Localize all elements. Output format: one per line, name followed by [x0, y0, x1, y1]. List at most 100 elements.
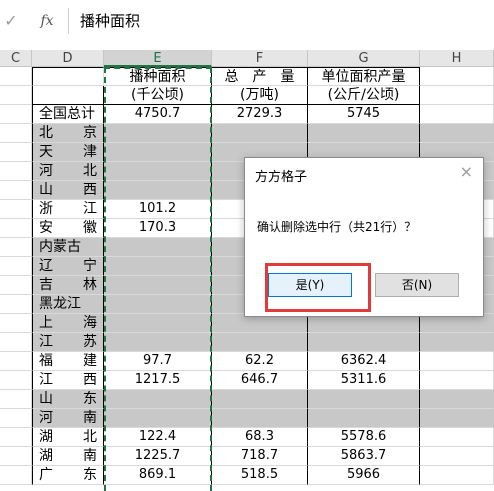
province-cell[interactable]: 北京 [32, 124, 104, 143]
yield-cell[interactable]: 5966 [308, 466, 420, 485]
province-cell[interactable]: 河南 [32, 409, 104, 428]
cell[interactable] [0, 371, 32, 390]
sown-area-cell[interactable] [104, 162, 212, 181]
cell[interactable] [420, 447, 494, 466]
output-cell[interactable]: 2729.3 [212, 105, 308, 124]
output-cell[interactable]: 718.7 [212, 447, 308, 466]
check-icon[interactable]: ✓ [2, 11, 20, 31]
province-cell[interactable]: 全国总计 [32, 105, 104, 124]
cell[interactable] [0, 390, 32, 409]
header-sown-area[interactable]: 播种面积 [104, 67, 212, 86]
cell[interactable] [0, 124, 32, 143]
header-output[interactable]: 总 产 量 [212, 67, 308, 86]
cell[interactable] [0, 86, 32, 105]
province-cell[interactable]: 天津 [32, 143, 104, 162]
sown-area-cell[interactable] [104, 181, 212, 200]
cell[interactable] [0, 428, 32, 447]
output-cell[interactable] [212, 124, 308, 143]
province-cell[interactable]: 湖北 [32, 428, 104, 447]
formula-input[interactable]: 播种面积 [80, 10, 140, 32]
cell[interactable] [420, 352, 494, 371]
cell[interactable] [0, 143, 32, 162]
province-cell[interactable]: 山东 [32, 390, 104, 409]
cell[interactable] [420, 409, 494, 428]
sown-area-cell[interactable]: 4750.7 [104, 105, 212, 124]
province-cell[interactable]: 黑龙江 [32, 295, 104, 314]
province-cell[interactable]: 浙江 [32, 200, 104, 219]
yield-cell[interactable] [308, 124, 420, 143]
province-cell[interactable]: 安徽 [32, 219, 104, 238]
province-cell[interactable]: 辽宁 [32, 257, 104, 276]
header-output-unit[interactable]: (万吨) [212, 86, 308, 105]
sown-area-cell[interactable] [104, 333, 212, 352]
column-header-c[interactable]: C [0, 50, 32, 67]
header-yield[interactable]: 单位面积产量 [308, 67, 420, 86]
cell[interactable] [0, 333, 32, 352]
column-header-f[interactable]: F [212, 50, 308, 67]
cell[interactable] [0, 105, 32, 124]
province-cell[interactable]: 上海 [32, 314, 104, 333]
sown-area-cell[interactable] [104, 143, 212, 162]
cell[interactable] [0, 276, 32, 295]
sown-area-cell[interactable] [104, 238, 212, 257]
output-cell[interactable] [212, 333, 308, 352]
cell[interactable] [0, 200, 32, 219]
sown-area-cell[interactable] [104, 409, 212, 428]
output-cell[interactable] [212, 390, 308, 409]
cell[interactable] [420, 333, 494, 352]
province-cell[interactable]: 江苏 [32, 333, 104, 352]
cell[interactable] [0, 67, 32, 86]
sown-area-cell[interactable] [104, 276, 212, 295]
yield-cell[interactable] [308, 333, 420, 352]
cell[interactable] [420, 86, 494, 105]
cell[interactable] [420, 466, 494, 485]
cell[interactable] [420, 428, 494, 447]
output-cell[interactable]: 62.2 [212, 352, 308, 371]
sown-area-cell[interactable]: 869.1 [104, 466, 212, 485]
sown-area-cell[interactable]: 170.3 [104, 219, 212, 238]
sown-area-cell[interactable] [104, 257, 212, 276]
output-cell[interactable] [212, 409, 308, 428]
sown-area-cell[interactable]: 1217.5 [104, 371, 212, 390]
column-header-g[interactable]: G [308, 50, 420, 67]
sown-area-cell[interactable]: 101.2 [104, 200, 212, 219]
cell[interactable] [420, 371, 494, 390]
column-header-e[interactable]: E [104, 50, 212, 67]
yield-cell[interactable] [308, 390, 420, 409]
yes-button[interactable]: 是(Y) [268, 273, 352, 297]
yield-cell[interactable]: 6362.4 [308, 352, 420, 371]
cell[interactable] [0, 257, 32, 276]
cell[interactable] [0, 162, 32, 181]
cell[interactable] [0, 352, 32, 371]
cell[interactable] [0, 409, 32, 428]
sown-area-cell[interactable]: 122.4 [104, 428, 212, 447]
province-cell[interactable]: 河北 [32, 162, 104, 181]
yield-cell[interactable]: 5745 [308, 105, 420, 124]
province-cell[interactable]: 湖南 [32, 447, 104, 466]
cell[interactable] [0, 295, 32, 314]
cell[interactable] [420, 105, 494, 124]
yield-cell[interactable]: 5863.7 [308, 447, 420, 466]
yield-cell[interactable]: 5311.6 [308, 371, 420, 390]
output-cell[interactable]: 646.7 [212, 371, 308, 390]
sown-area-cell[interactable]: 1225.7 [104, 447, 212, 466]
cell[interactable] [0, 314, 32, 333]
column-header-h[interactable]: H [420, 50, 494, 67]
header-yield-unit[interactable]: (公斤/公顷) [308, 86, 420, 105]
cell[interactable] [32, 67, 104, 86]
sown-area-cell[interactable]: 97.7 [104, 352, 212, 371]
province-cell[interactable]: 吉林 [32, 276, 104, 295]
cell[interactable] [0, 466, 32, 485]
province-cell[interactable]: 山西 [32, 181, 104, 200]
output-cell[interactable]: 68.3 [212, 428, 308, 447]
cell[interactable] [0, 219, 32, 238]
cell[interactable] [0, 238, 32, 257]
no-button[interactable]: 否(N) [375, 273, 459, 297]
cell[interactable] [0, 181, 32, 200]
sown-area-cell[interactable] [104, 295, 212, 314]
cell[interactable] [420, 124, 494, 143]
province-cell[interactable]: 福建 [32, 352, 104, 371]
cell[interactable] [0, 447, 32, 466]
cell[interactable] [420, 390, 494, 409]
yield-cell[interactable]: 5578.6 [308, 428, 420, 447]
